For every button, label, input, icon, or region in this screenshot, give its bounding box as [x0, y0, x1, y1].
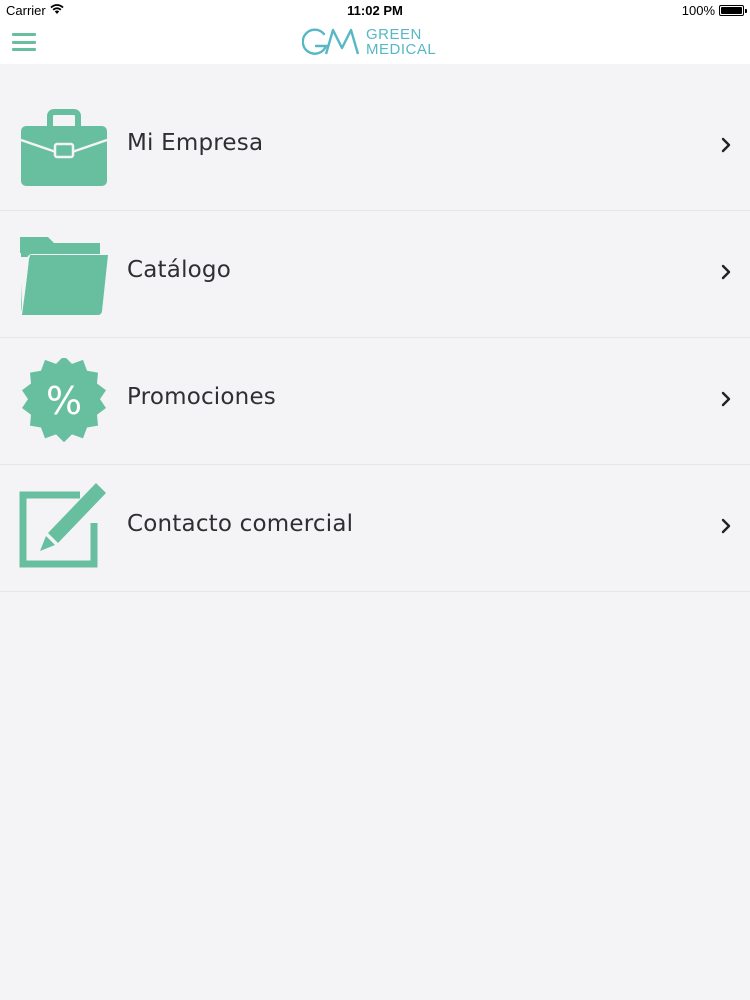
- edit-note-icon: [19, 483, 106, 568]
- battery-percent: 100%: [681, 3, 715, 18]
- green-medical-logo: GREEN MEDICAL: [302, 26, 436, 58]
- logo-line-green: GREEN: [366, 26, 422, 43]
- main-menu-list: Mi Empresa Catálogo % Promociones Contac…: [0, 84, 750, 592]
- status-right: 100%: [681, 3, 747, 18]
- hamburger-menu-icon[interactable]: [12, 31, 36, 53]
- menu-item-contacto-comercial[interactable]: Contacto comercial: [0, 465, 750, 592]
- menu-item-label: Catálogo: [127, 257, 231, 283]
- menu-item-label: Promociones: [127, 384, 276, 410]
- nav-bar: GREEN MEDICAL: [0, 22, 750, 64]
- status-bar: Carrier 11:02 PM 100%: [0, 0, 750, 22]
- menu-item-promociones[interactable]: % Promociones: [0, 338, 750, 465]
- chevron-right-icon: [721, 391, 731, 407]
- chevron-right-icon: [721, 137, 731, 153]
- gm-monogram-icon: [302, 28, 360, 55]
- folder-icon: [19, 237, 110, 315]
- logo-wordmark: GREEN MEDICAL: [366, 27, 436, 57]
- menu-item-label: Mi Empresa: [127, 130, 264, 156]
- status-time: 11:02 PM: [347, 3, 403, 18]
- menu-item-mi-empresa[interactable]: Mi Empresa: [0, 84, 750, 211]
- logo-line-medical: MEDICAL: [366, 41, 437, 58]
- briefcase-icon: [20, 109, 108, 186]
- menu-item-catalogo[interactable]: Catálogo: [0, 211, 750, 338]
- battery-icon: [719, 5, 747, 16]
- percent-badge-icon: %: [22, 358, 106, 442]
- chevron-right-icon: [721, 518, 731, 534]
- menu-item-label: Contacto comercial: [127, 511, 354, 537]
- svg-text:%: %: [46, 379, 82, 423]
- chevron-right-icon: [721, 264, 731, 280]
